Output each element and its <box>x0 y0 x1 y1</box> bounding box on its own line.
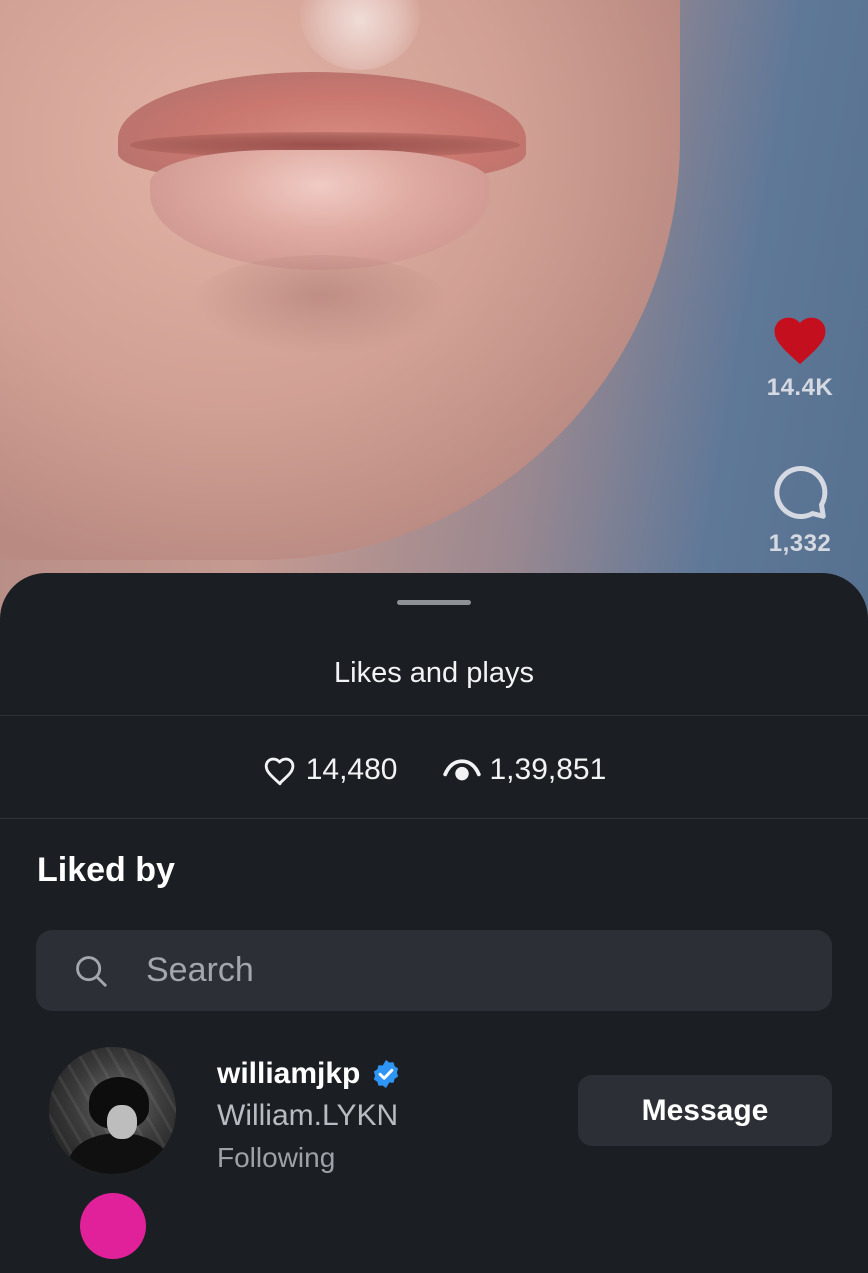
avatar[interactable] <box>80 1193 146 1259</box>
plays-count: 1,39,851 <box>489 753 607 786</box>
avatar[interactable] <box>49 1047 176 1174</box>
search-icon <box>72 952 110 990</box>
display-name: William.LYKN <box>217 1099 399 1132</box>
search-bar[interactable] <box>36 930 832 1011</box>
comment-button[interactable]: 1,332 <box>760 462 840 558</box>
heart-filled-icon <box>774 317 826 365</box>
plays-stat: 1,39,851 <box>443 753 606 787</box>
video-frame[interactable] <box>0 0 868 640</box>
username-line: williamjkp <box>217 1057 402 1091</box>
like-count: 14.4K <box>766 374 834 401</box>
liked-by-list-item[interactable]: williamjkp William.LYKN Following Messag… <box>0 1047 868 1177</box>
liked-by-heading: Liked by <box>37 851 175 889</box>
likes-stat: 14,480 <box>262 753 398 787</box>
video-chin-shadow <box>190 255 450 355</box>
eye-icon <box>443 759 482 781</box>
likes-bottom-sheet: Likes and plays 14,480 1,39,851 Liked by <box>0 573 868 1273</box>
divider <box>0 818 868 819</box>
comment-bubble-icon <box>774 466 828 520</box>
verified-badge-icon <box>374 1060 399 1088</box>
stats-row: 14,480 1,39,851 <box>0 753 868 787</box>
comment-count: 1,332 <box>768 530 832 557</box>
search-input[interactable] <box>144 950 748 991</box>
message-button[interactable]: Message <box>578 1075 832 1146</box>
likes-count: 14,480 <box>305 753 398 786</box>
like-button[interactable]: 14.4K <box>760 310 840 402</box>
sheet-drag-handle[interactable] <box>397 600 471 605</box>
divider <box>0 715 868 716</box>
heart-outline-icon <box>264 757 295 786</box>
sheet-title: Likes and plays <box>334 657 534 689</box>
avatar-face <box>107 1105 137 1139</box>
follow-status: Following <box>217 1142 336 1173</box>
username[interactable]: williamjkp <box>217 1057 360 1091</box>
